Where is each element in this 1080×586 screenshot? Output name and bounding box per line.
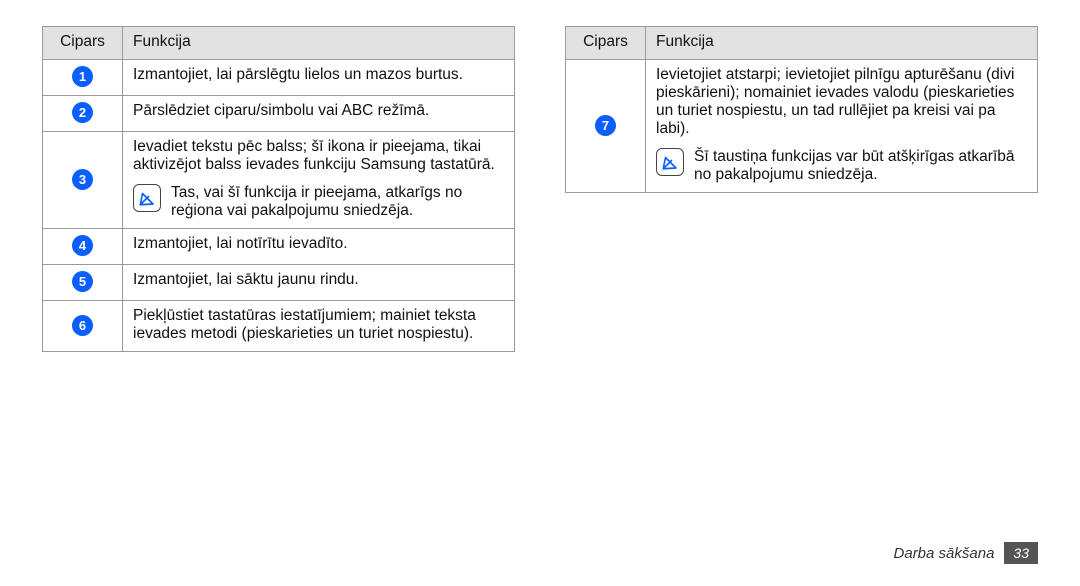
header-funkcija: Funkcija — [123, 27, 515, 60]
row-number-cell: 5 — [43, 265, 123, 301]
row-body-cell: Piekļūstiet tastatūras iestatījumiem; ma… — [123, 301, 515, 352]
circled-number-icon: 7 — [595, 115, 616, 136]
row-body-cell: Izmantojiet, lai sāktu jaunu rindu. — [123, 265, 515, 301]
table-row: 6 Piekļūstiet tastatūras iestatījumiem; … — [43, 301, 515, 352]
row-body-text: Ievadiet tekstu pēc balss; šī ikona ir p… — [133, 138, 504, 174]
note-icon — [656, 148, 684, 176]
circled-number-icon: 1 — [72, 66, 93, 87]
circled-number-icon: 3 — [72, 169, 93, 190]
circled-number-icon: 6 — [72, 315, 93, 336]
circled-number-icon: 2 — [72, 102, 93, 123]
header-cipars: Cipars — [43, 27, 123, 60]
row-number-cell: 1 — [43, 60, 123, 96]
row-body-cell: Pārslēdziet ciparu/simbolu vai ABC režīm… — [123, 96, 515, 132]
circled-number-icon: 5 — [72, 271, 93, 292]
note-icon — [133, 184, 161, 212]
row-number-cell: 2 — [43, 96, 123, 132]
right-table: Cipars Funkcija 7 Ievietojiet atstarpi; … — [565, 26, 1038, 193]
footer-section-label: Darba sākšana — [894, 545, 995, 562]
row-body-cell: Izmantojiet, lai notīrītu ievadīto. — [123, 229, 515, 265]
right-column: Cipars Funkcija 7 Ievietojiet atstarpi; … — [565, 26, 1038, 352]
columns: Cipars Funkcija 1 Izmantojiet, lai pārsl… — [42, 26, 1038, 352]
note-block: Šī taustiņa funkcijas var būt atšķirīgas… — [656, 148, 1027, 184]
table-row: 4 Izmantojiet, lai notīrītu ievadīto. — [43, 229, 515, 265]
note-text: Šī taustiņa funkcijas var būt atšķirīgas… — [694, 148, 1027, 184]
row-body-cell: Izmantojiet, lai pārslēgtu lielos un maz… — [123, 60, 515, 96]
note-text: Tas, vai šī funkcija ir pieejama, atkarī… — [171, 184, 504, 220]
row-body-cell: Ievadiet tekstu pēc balss; šī ikona ir p… — [123, 132, 515, 229]
table-row: 2 Pārslēdziet ciparu/simbolu vai ABC rež… — [43, 96, 515, 132]
circled-number-icon: 4 — [72, 235, 93, 256]
row-number-cell: 4 — [43, 229, 123, 265]
row-number-cell: 6 — [43, 301, 123, 352]
header-cipars: Cipars — [566, 27, 646, 60]
row-number-cell: 7 — [566, 60, 646, 193]
left-table: Cipars Funkcija 1 Izmantojiet, lai pārsl… — [42, 26, 515, 352]
left-column: Cipars Funkcija 1 Izmantojiet, lai pārsl… — [42, 26, 515, 352]
table-row: 7 Ievietojiet atstarpi; ievietojiet piln… — [566, 60, 1038, 193]
page-number: 33 — [1004, 542, 1038, 564]
row-body-text: Ievietojiet atstarpi; ievietojiet pilnīg… — [656, 66, 1027, 138]
page-footer: Darba sākšana 33 — [894, 542, 1038, 564]
row-body-cell: Ievietojiet atstarpi; ievietojiet pilnīg… — [646, 60, 1038, 193]
table-row: 3 Ievadiet tekstu pēc balss; šī ikona ir… — [43, 132, 515, 229]
note-block: Tas, vai šī funkcija ir pieejama, atkarī… — [133, 184, 504, 220]
page: Cipars Funkcija 1 Izmantojiet, lai pārsl… — [0, 0, 1080, 586]
header-funkcija: Funkcija — [646, 27, 1038, 60]
table-row: 5 Izmantojiet, lai sāktu jaunu rindu. — [43, 265, 515, 301]
table-header-row: Cipars Funkcija — [566, 27, 1038, 60]
table-row: 1 Izmantojiet, lai pārslēgtu lielos un m… — [43, 60, 515, 96]
table-header-row: Cipars Funkcija — [43, 27, 515, 60]
row-number-cell: 3 — [43, 132, 123, 229]
